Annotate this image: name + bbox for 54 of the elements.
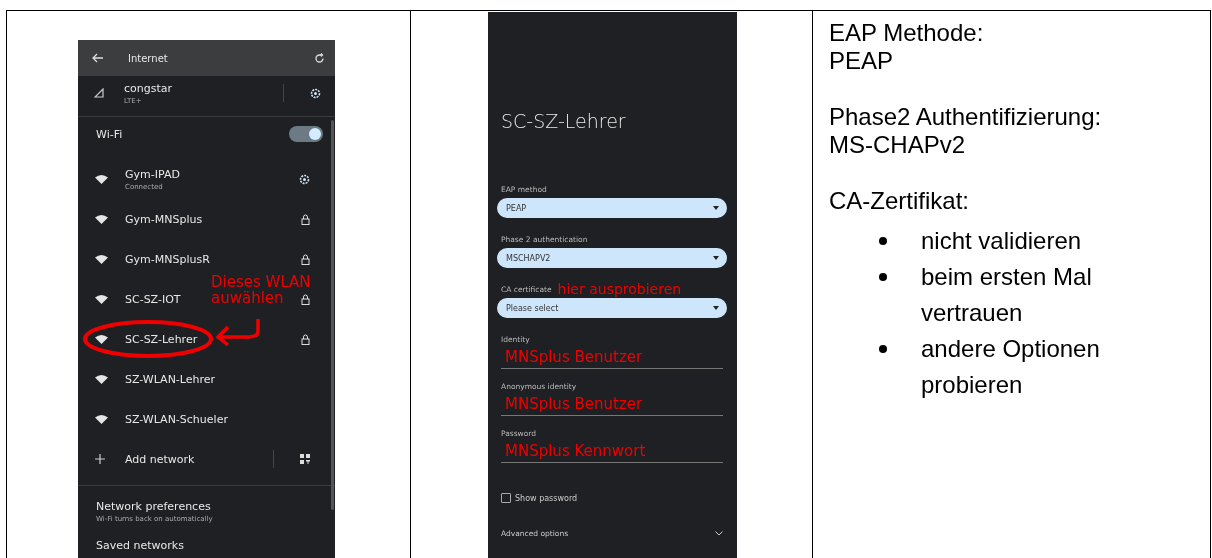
bullet-icon <box>879 273 887 281</box>
note-text: PEAP <box>829 47 895 75</box>
chevron-down-icon[interactable] <box>715 531 723 536</box>
saved-networks-title[interactable]: Saved networks <box>96 539 317 552</box>
network-name[interactable]: Gym-IPAD <box>125 167 180 181</box>
annotation-text: auwählen <box>211 290 284 306</box>
caret-icon <box>713 206 719 210</box>
bullet-icon <box>879 237 887 245</box>
network-name[interactable]: Gym-MNSplusR <box>125 252 210 266</box>
checkbox[interactable] <box>501 493 511 503</box>
wifi-icon <box>95 174 108 184</box>
plus-icon <box>95 454 105 464</box>
network-name[interactable]: SZ-WLAN-Lehrer <box>125 372 216 386</box>
signal-icon <box>94 88 104 98</box>
wifi-icon <box>95 214 108 224</box>
bullet-text: nicht validieren <box>921 226 1082 256</box>
wifi-icon <box>95 414 108 424</box>
caret-icon <box>713 256 719 260</box>
bullet-text: andere Optionen probieren <box>921 334 1101 400</box>
network-name[interactable]: SZ-WLAN-Schueler <box>125 412 228 426</box>
screen-title: Internet <box>128 52 169 64</box>
dropdown[interactable]: MSCHAPV2 <box>497 248 727 268</box>
wifi-label: Wi-Fi <box>96 127 123 141</box>
preferences-title[interactable]: Network preferences <box>96 500 317 513</box>
wifi-icon <box>95 374 108 384</box>
input-field[interactable]: MNSplus Benutzer <box>501 393 723 416</box>
wifi-toggle[interactable] <box>289 126 323 142</box>
checkbox-label: Show password <box>515 493 578 503</box>
dropdown[interactable]: PEAP <box>497 198 727 218</box>
note-text: EAP Methode: <box>829 19 985 47</box>
qr-code-icon[interactable] <box>300 454 310 464</box>
caret-icon <box>713 306 719 310</box>
network-name[interactable]: SC-SZ-IOT <box>125 292 181 306</box>
settings-icon[interactable] <box>310 87 321 99</box>
dropdown[interactable]: Please select <box>497 298 727 318</box>
back-arrow-icon[interactable] <box>92 53 104 63</box>
add-network-link[interactable]: Add network <box>125 452 253 466</box>
network-title: SC-SZ-Lehrer <box>501 110 627 132</box>
input-field[interactable]: MNSplus Kennwort <box>501 440 723 463</box>
note-text: Phase2 Authentifizierung: <box>829 103 1103 131</box>
input-field[interactable]: MNSplus Benutzer <box>501 346 723 369</box>
carrier-name: congstar <box>124 81 173 95</box>
settings-icon[interactable] <box>299 173 310 185</box>
annotation-text: hier ausprobieren <box>557 281 682 297</box>
note-text: MS-CHAPv2 <box>829 131 967 159</box>
note-text: CA-Zertifikat: <box>829 187 970 215</box>
network-name[interactable]: Gym-MNSplus <box>125 212 203 226</box>
bullet-icon <box>879 345 887 353</box>
refresh-icon[interactable] <box>314 52 325 64</box>
wifi-icon <box>95 334 108 344</box>
wifi-icon <box>95 294 108 304</box>
annotation-text: Dieses WLAN <box>211 274 311 290</box>
wifi-icon <box>95 254 108 264</box>
arrow-annotation <box>214 317 262 347</box>
